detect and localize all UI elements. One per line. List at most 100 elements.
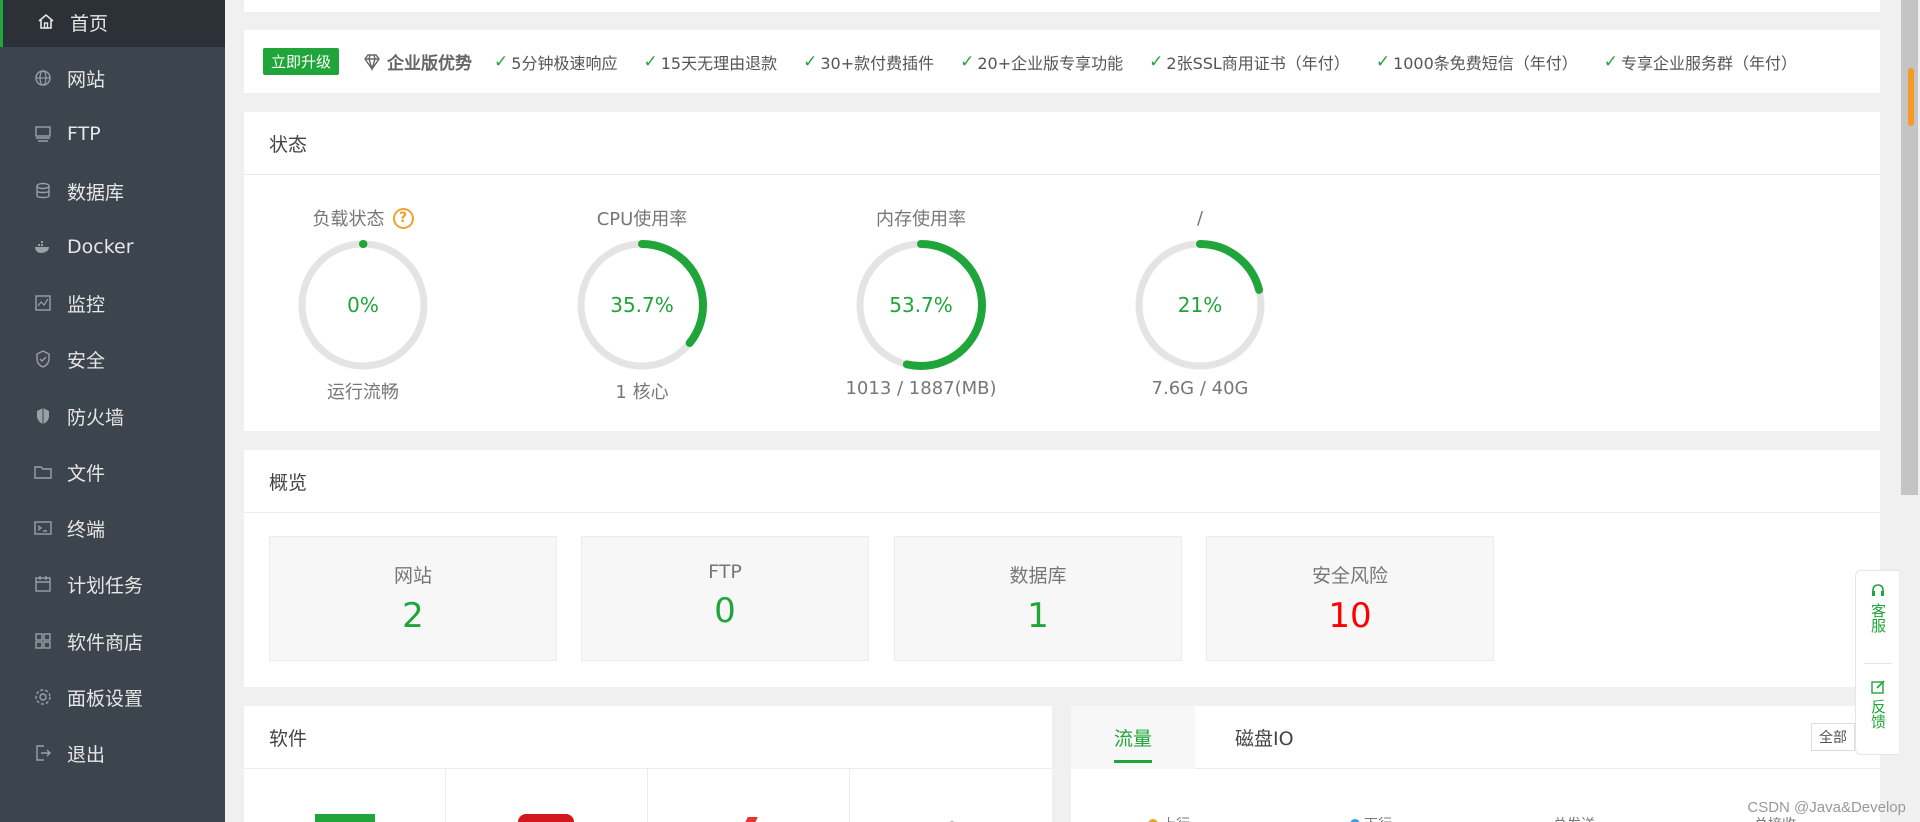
sidebar-item-security[interactable]: 安全: [0, 334, 225, 384]
overview-label: 网站: [393, 565, 432, 587]
software-title: 软件: [244, 706, 1052, 769]
gauge-label: CPU使用率: [596, 209, 688, 230]
terminal-app-icon: [315, 814, 375, 822]
overview-box-database[interactable]: 数据库 1: [894, 536, 1182, 661]
software-item[interactable]: [446, 769, 648, 822]
top-card-edge: [244, 0, 1880, 12]
check-icon: ✓: [960, 51, 975, 72]
firewall-icon: [33, 406, 53, 426]
check-icon: ✓: [1149, 51, 1164, 72]
sidebar-item-monitor[interactable]: 监控: [0, 278, 225, 328]
sidebar-item-label: 首页: [70, 12, 109, 35]
scrollbar-thumb[interactable]: [1908, 68, 1914, 126]
folder-icon: [33, 462, 53, 482]
sidebar-item-cron[interactable]: 计划任务: [0, 559, 225, 609]
legend-down: 下行: [1350, 814, 1392, 822]
headset-icon: [1872, 584, 1884, 596]
gauge-value: 53.7%: [889, 293, 953, 317]
separator: [1864, 663, 1892, 664]
gauge-sub: 运行流畅: [327, 382, 399, 403]
upgrade-button[interactable]: 立即升级: [263, 48, 340, 75]
sidebar-item-label: 退出: [67, 743, 106, 766]
sidebar-item-label: 软件商店: [67, 631, 144, 654]
overview-box-websites[interactable]: 网站 2: [269, 536, 557, 661]
docker-icon: [33, 237, 53, 257]
overview-value: 2: [402, 596, 424, 636]
gauge-label: /: [1196, 207, 1204, 229]
customer-service-button[interactable]: 客服: [1856, 583, 1900, 633]
overview-value: 10: [1328, 596, 1372, 636]
gauge-ring: 0%: [298, 240, 428, 370]
software-card: 软件: [244, 706, 1052, 822]
gauge-ring: 53.7%: [856, 240, 986, 370]
gauge-cpu[interactable]: CPU使用率 35.7% 1 核心: [532, 204, 752, 404]
feature-item: ✓ 专享企业服务群（年付）: [1603, 51, 1798, 73]
total-sent-label: 总发送: [1553, 814, 1595, 822]
feature-item: ✓ 15天无理由退款: [643, 51, 778, 73]
sidebar-item-app-store[interactable]: 软件商店: [0, 616, 225, 666]
overview-value: 0: [714, 591, 736, 631]
edit-icon: [1871, 680, 1885, 694]
check-icon: ✓: [494, 51, 509, 72]
gauge-label: 内存使用率: [876, 209, 966, 230]
sidebar-item-label: 监控: [67, 293, 106, 316]
all-button[interactable]: 全部: [1811, 723, 1855, 751]
software-item[interactable]: [850, 769, 1052, 822]
gauge-sub: 1 核心: [615, 382, 669, 403]
gauge-value: 0%: [347, 293, 379, 317]
feedback-button[interactable]: 反馈: [1856, 679, 1900, 729]
enterprise-title: 企业版优势: [387, 54, 473, 74]
tab-disk-io[interactable]: 磁盘IO: [1235, 706, 1294, 769]
sidebar-item-website[interactable]: 网站: [0, 53, 225, 103]
sidebar-item-files[interactable]: 文件: [0, 447, 225, 497]
feature-item: ✓ 30+款付费插件: [803, 51, 935, 73]
feature-item: ✓ 5分钟极速响应: [494, 51, 618, 73]
sidebar-item-docker[interactable]: Docker: [0, 222, 225, 272]
sidebar-item-label: Docker: [67, 236, 134, 258]
sidebar-item-label: 网站: [67, 68, 106, 91]
status-title: 状态: [244, 112, 1880, 175]
overview-box-ftp[interactable]: FTP 0: [581, 536, 869, 661]
service-label: 客服: [1869, 603, 1887, 633]
check-icon: ✓: [1603, 51, 1619, 72]
overview-box-security-risk[interactable]: 安全风险 10: [1206, 536, 1494, 661]
tab-traffic[interactable]: 流量: [1071, 706, 1195, 769]
logout-icon: [33, 743, 53, 763]
gauge-load[interactable]: 负载状态? 0% 运行流畅: [253, 204, 473, 404]
sidebar-item-label: 终端: [67, 518, 106, 541]
sidebar-item-logout[interactable]: 退出: [0, 728, 225, 778]
tab-underline: [1114, 760, 1152, 763]
home-icon: [36, 12, 56, 32]
float-service-panel: 客服 反馈: [1855, 570, 1899, 755]
sidebar-item-label: 数据库: [67, 181, 125, 204]
sidebar-item-settings[interactable]: 面板设置: [0, 672, 225, 722]
sidebar-item-terminal[interactable]: 终端: [0, 503, 225, 553]
software-item[interactable]: [648, 769, 850, 822]
overview-card: 概览 网站 2 FTP 0 数据库 1 安全风险 10: [244, 450, 1880, 687]
sidebar-item-label: 面板设置: [67, 687, 144, 710]
ftp-icon: [33, 124, 53, 144]
sidebar: 首页 网站 FTP 数据库 Docker 监控 安全 防火墙 文件 终端 计划任…: [0, 0, 225, 822]
gauge-value: 35.7%: [610, 293, 674, 317]
gauge-disk[interactable]: / 21% 7.6G / 40G: [1090, 204, 1310, 399]
check-icon: ✓: [803, 51, 818, 72]
upgrade-bar: 立即升级 企业版优势 ✓ 5分钟极速响应 ✓ 15天无理由退款 ✓ 30+款付费插件 …: [244, 30, 1880, 93]
gauge-label: 负载状态: [312, 209, 385, 230]
sidebar-item-firewall[interactable]: 防火墙: [0, 391, 225, 441]
sidebar-item-home[interactable]: 首页: [0, 0, 225, 47]
software-item[interactable]: [244, 769, 446, 822]
gauge-sub: 1013 / 1887(MB): [845, 378, 997, 399]
overview-label: 安全风险: [1311, 565, 1388, 587]
gauge-ring: 35.7%: [577, 240, 707, 370]
gauge-value: 21%: [1178, 293, 1222, 317]
terminal-icon: [33, 518, 53, 538]
diamond-icon: [364, 53, 380, 71]
shield-check-icon: [33, 349, 53, 369]
monitor-icon: [33, 293, 53, 313]
gauge-memory[interactable]: 内存使用率 53.7% 1013 / 1887(MB): [811, 204, 1031, 399]
help-icon[interactable]: ?: [392, 207, 414, 229]
sidebar-item-ftp[interactable]: FTP: [0, 109, 225, 159]
sidebar-item-database[interactable]: 数据库: [0, 166, 225, 216]
sidebar-item-label: 文件: [67, 462, 106, 485]
traffic-tabs: 流量 磁盘IO 全部: [1071, 706, 1880, 769]
